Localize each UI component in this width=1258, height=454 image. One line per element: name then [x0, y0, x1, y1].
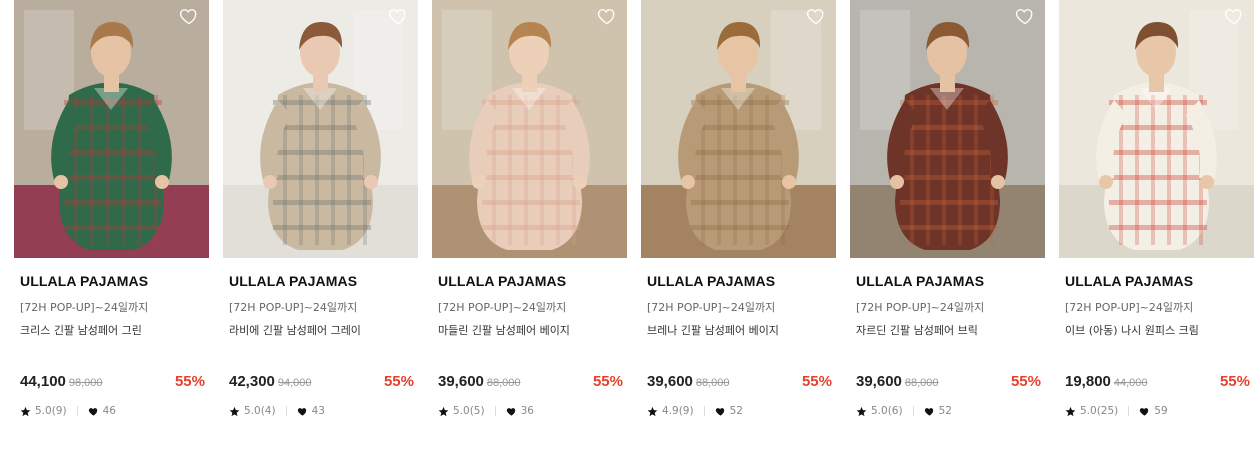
product-name[interactable]: 브레나 긴팔 남성페어 베이지 [647, 322, 779, 338]
rating-text: 5.0(4) [244, 405, 276, 417]
sale-price: 39,600 [647, 373, 693, 390]
price-block: 42,300 94,000 [229, 373, 312, 390]
discount-rate: 55% [174, 373, 205, 390]
price-block: 44,100 98,000 [20, 373, 103, 390]
discount-rate: 55% [1219, 373, 1250, 390]
heart-count-icon [1140, 407, 1149, 416]
sale-price: 44,100 [20, 373, 66, 390]
star-icon [20, 406, 31, 416]
sale-price: 39,600 [438, 373, 484, 390]
product-image[interactable] [14, 0, 209, 258]
star-icon [1065, 406, 1076, 416]
price-block: 19,800 44,000 [1065, 373, 1148, 390]
heart-count-icon [715, 407, 724, 416]
heart-count-icon [924, 407, 933, 416]
product-name[interactable]: 마들린 긴팔 남성페어 베이지 [438, 322, 570, 338]
product-photo [223, 0, 418, 258]
promo-tag: [72H POP-UP]~24일까지 [229, 301, 358, 314]
like-count: 36 [520, 405, 534, 417]
promo-tag: [72H POP-UP]~24일까지 [1065, 301, 1194, 314]
original-price: 98,000 [68, 377, 103, 389]
sale-price: 19,800 [1065, 373, 1111, 390]
wishlist-heart-icon[interactable] [597, 6, 617, 26]
original-price: 88,000 [695, 377, 730, 389]
sale-price: 42,300 [229, 373, 275, 390]
product-name[interactable]: 라비에 긴팔 남성페어 그레이 [229, 322, 361, 338]
brand-name[interactable]: ULLALA PAJAMAS [229, 273, 357, 289]
sale-price: 39,600 [856, 373, 902, 390]
wishlist-heart-icon[interactable] [179, 6, 199, 26]
brand-name[interactable]: ULLALA PAJAMAS [1065, 273, 1193, 289]
review-meta: 4.9(9) 52 [647, 405, 743, 417]
like-count: 46 [102, 405, 116, 417]
rating-text: 4.9(9) [662, 405, 694, 417]
product-name[interactable]: 자르딘 긴팔 남성페어 브릭 [856, 322, 978, 338]
heart-count-icon [506, 407, 515, 416]
divider [1128, 406, 1130, 416]
product-image[interactable] [432, 0, 627, 258]
divider [703, 406, 705, 416]
product-image[interactable] [641, 0, 836, 258]
discount-rate: 55% [592, 373, 623, 390]
wishlist-heart-icon[interactable] [1224, 6, 1244, 26]
divider [494, 406, 496, 416]
original-price: 88,000 [486, 377, 521, 389]
promo-tag: [72H POP-UP]~24일까지 [20, 301, 149, 314]
rating-text: 5.0(5) [453, 405, 485, 417]
star-icon [229, 406, 240, 416]
wishlist-heart-icon[interactable] [388, 6, 408, 26]
product-photo [14, 0, 209, 258]
discount-rate: 55% [383, 373, 414, 390]
discount-rate: 55% [801, 373, 832, 390]
rating-text: 5.0(25) [1080, 405, 1119, 417]
review-meta: 5.0(5) 36 [438, 405, 534, 417]
brand-name[interactable]: ULLALA PAJAMAS [856, 273, 984, 289]
heart-count-icon [88, 407, 97, 416]
original-price: 44,000 [1113, 377, 1148, 389]
review-meta: 5.0(25) 59 [1065, 405, 1168, 417]
rating-text: 5.0(9) [35, 405, 67, 417]
product-image[interactable] [1059, 0, 1254, 258]
original-price: 94,000 [277, 377, 312, 389]
promo-tag: [72H POP-UP]~24일까지 [856, 301, 985, 314]
product-name[interactable]: 크리스 긴팔 남성페어 그린 [20, 322, 142, 338]
product-name[interactable]: 이브 (아동) 나시 원피스 크림 [1065, 322, 1199, 338]
review-meta: 5.0(9) 46 [20, 405, 116, 417]
star-icon [438, 406, 449, 416]
product-photo [1059, 0, 1254, 258]
brand-name[interactable]: ULLALA PAJAMAS [20, 273, 148, 289]
like-count: 43 [311, 405, 325, 417]
price-block: 39,600 88,000 [647, 373, 730, 390]
like-count: 52 [938, 405, 952, 417]
wishlist-heart-icon[interactable] [806, 6, 826, 26]
heart-count-icon [297, 407, 306, 416]
brand-name[interactable]: ULLALA PAJAMAS [647, 273, 775, 289]
wishlist-heart-icon[interactable] [1015, 6, 1035, 26]
divider [912, 406, 914, 416]
product-photo [432, 0, 627, 258]
product-image[interactable] [850, 0, 1045, 258]
star-icon [856, 406, 867, 416]
promo-tag: [72H POP-UP]~24일까지 [647, 301, 776, 314]
review-meta: 5.0(6) 52 [856, 405, 952, 417]
star-icon [647, 406, 658, 416]
product-image[interactable] [223, 0, 418, 258]
brand-name[interactable]: ULLALA PAJAMAS [438, 273, 566, 289]
divider [76, 406, 78, 416]
price-block: 39,600 88,000 [438, 373, 521, 390]
original-price: 88,000 [904, 377, 939, 389]
divider [285, 406, 287, 416]
review-meta: 5.0(4) 43 [229, 405, 325, 417]
product-photo [850, 0, 1045, 258]
promo-tag: [72H POP-UP]~24일까지 [438, 301, 567, 314]
like-count: 52 [729, 405, 743, 417]
discount-rate: 55% [1010, 373, 1041, 390]
price-block: 39,600 88,000 [856, 373, 939, 390]
like-count: 59 [1154, 405, 1168, 417]
product-photo [641, 0, 836, 258]
rating-text: 5.0(6) [871, 405, 903, 417]
